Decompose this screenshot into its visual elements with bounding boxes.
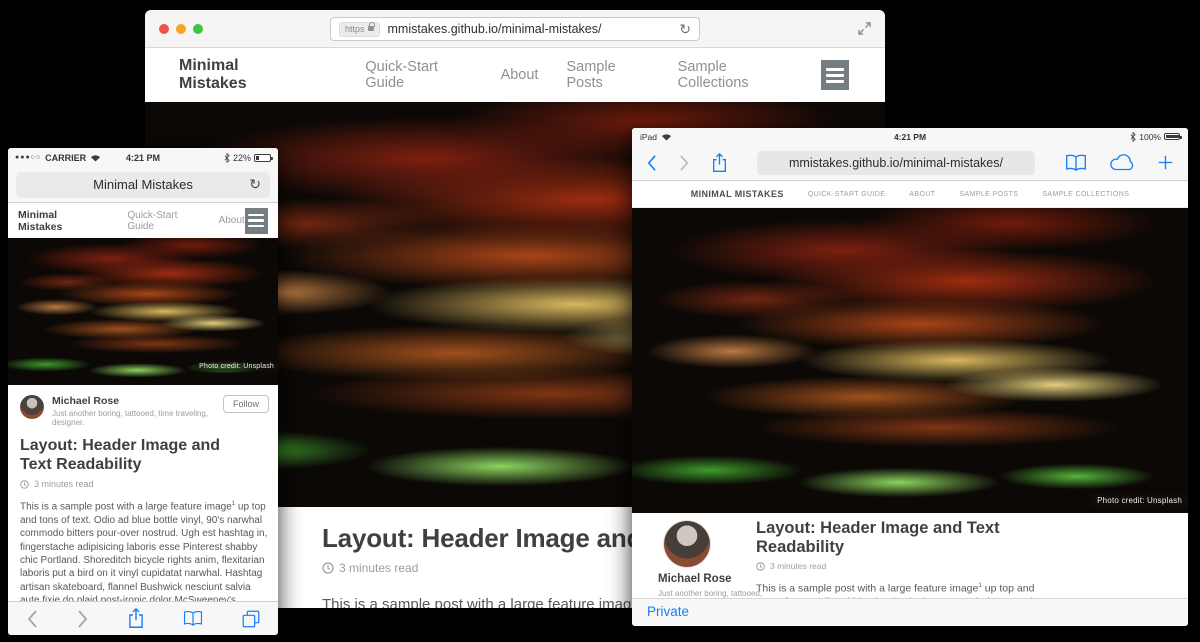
safari-toolbar: mmistakes.github.io/minimal-mistakes/ <box>632 145 1188 181</box>
author-name: Michael Rose <box>658 573 732 585</box>
private-browsing-bar: Private <box>632 598 1188 626</box>
photo-credit-badge: Photo credit: Unsplash <box>1091 494 1188 507</box>
ipad-status-bar: iPad 4:21 PM 100% <box>632 128 1188 145</box>
share-icon[interactable] <box>712 153 727 173</box>
page-title-in-urlbar: Minimal Mistakes <box>16 177 270 192</box>
post-title: Layout: Header Image and Text Readabilit… <box>756 519 1048 557</box>
url-text: mmistakes.github.io/minimal-mistakes/ <box>388 22 680 36</box>
hamburger-menu-icon[interactable] <box>245 208 268 234</box>
nav-sample-collections[interactable]: Sample Collections <box>678 59 793 91</box>
status-time: 4:21 PM <box>632 132 1188 142</box>
post-content: Michael Rose Just another boring, tattoo… <box>8 385 278 601</box>
url-text: mmistakes.github.io/minimal-mistakes/ <box>789 156 1003 170</box>
reload-icon[interactable]: ↻ <box>679 21 691 38</box>
battery-icon <box>254 154 271 162</box>
iphone-url-toolbar: Minimal Mistakes ↻ <box>8 167 278 203</box>
site-navbar: Minimal Mistakes Quick-Start Guide About <box>8 203 278 238</box>
iphone-url-bar[interactable]: Minimal Mistakes ↻ <box>16 172 270 198</box>
clock-icon <box>322 562 334 574</box>
safari-bottom-toolbar <box>8 601 278 635</box>
author-name: Michael Rose <box>52 395 223 407</box>
iphone-status-bar: ●●●○○ CARRIER 4:21 PM 22% <box>8 148 278 167</box>
nav-about[interactable]: About <box>219 215 245 226</box>
site-brand[interactable]: Minimal Mistakes <box>179 57 301 93</box>
author-bio: Just another boring, tattooed, <box>658 589 762 598</box>
back-icon[interactable] <box>646 154 657 172</box>
bookmarks-icon[interactable] <box>1065 154 1087 172</box>
bluetooth-icon <box>224 153 230 163</box>
share-icon[interactable] <box>128 608 144 629</box>
private-button[interactable]: Private <box>647 604 689 619</box>
new-tab-plus-icon[interactable] <box>1157 154 1174 171</box>
clock-icon <box>20 480 29 489</box>
hamburger-menu-icon[interactable] <box>821 60 849 90</box>
site-brand[interactable]: MINIMAL MISTAKES <box>691 189 784 199</box>
minimize-window-button[interactable] <box>176 24 186 34</box>
zoom-window-button[interactable] <box>193 24 203 34</box>
header-image-leaves: Photo credit: Unsplash <box>632 208 1188 513</box>
nav-quick-start-guide[interactable]: Quick-Start Guide <box>365 59 472 91</box>
post-paragraph: This is a sample post with a large featu… <box>756 579 1048 598</box>
ipad-url-bar[interactable]: mmistakes.github.io/minimal-mistakes/ <box>757 151 1035 175</box>
close-window-button[interactable] <box>159 24 169 34</box>
clock-icon <box>756 562 765 571</box>
desktop-url-bar[interactable]: https mmistakes.github.io/minimal-mistak… <box>330 17 700 41</box>
post-content: Michael Rose Just another boring, tattoo… <box>632 513 1188 598</box>
forward-icon[interactable] <box>679 154 690 172</box>
site-navbar: MINIMAL MISTAKES QUICK-START GUIDE ABOUT… <box>632 181 1188 208</box>
ipad-device: iPad 4:21 PM 100% mmistakes.github.io/mi… <box>632 128 1188 626</box>
photo-credit-badge: Photo credit: Unsplash <box>195 362 278 371</box>
bookmarks-icon[interactable] <box>183 610 203 627</box>
forward-icon[interactable] <box>77 609 89 629</box>
site-navbar: Minimal Mistakes Quick-Start Guide About… <box>145 48 885 102</box>
browser-chrome-bar: https mmistakes.github.io/minimal-mistak… <box>145 10 885 48</box>
nav-sample-collections[interactable]: SAMPLE COLLECTIONS <box>1042 191 1129 198</box>
back-icon[interactable] <box>26 609 38 629</box>
post-paragraph: This is a sample post with a large featu… <box>20 498 268 601</box>
icloud-tabs-icon[interactable] <box>1109 154 1135 172</box>
battery-percent: 100% <box>1139 132 1161 142</box>
follow-button[interactable]: Follow <box>223 395 269 413</box>
nav-about[interactable]: ABOUT <box>909 191 935 198</box>
site-brand[interactable]: Minimal Mistakes <box>18 209 95 233</box>
window-controls <box>159 24 203 34</box>
lock-icon <box>368 26 374 31</box>
author-avatar <box>20 395 44 419</box>
author-avatar <box>664 521 710 567</box>
tabs-icon[interactable] <box>242 610 260 628</box>
read-time: 3 minutes read <box>20 479 269 489</box>
bluetooth-icon <box>1130 132 1136 142</box>
post-title: Layout: Header Image and Text Readabilit… <box>20 436 250 474</box>
nav-quick-start-guide[interactable]: Quick-Start Guide <box>127 210 198 232</box>
nav-sample-posts[interactable]: SAMPLE POSTS <box>959 191 1018 198</box>
nav-quick-start-guide[interactable]: QUICK-START GUIDE <box>808 191 886 198</box>
read-time: 3 minutes read <box>756 561 1048 571</box>
https-badge: https <box>339 22 380 37</box>
nav-sample-posts[interactable]: Sample Posts <box>566 59 649 91</box>
nav-about[interactable]: About <box>501 67 539 83</box>
header-image-leaves: Photo credit: Unsplash <box>8 238 278 385</box>
fullscreen-expand-icon[interactable] <box>858 22 871 35</box>
author-row: Michael Rose Just another boring, tattoo… <box>20 395 269 427</box>
battery-icon <box>1164 133 1180 140</box>
reload-icon[interactable]: ↻ <box>249 176 261 193</box>
author-bio: Just another boring, tattooed, time trav… <box>52 409 223 427</box>
battery-percent: 22% <box>233 153 251 163</box>
iphone-device: ●●●○○ CARRIER 4:21 PM 22% Minimal Mistak… <box>8 148 278 635</box>
